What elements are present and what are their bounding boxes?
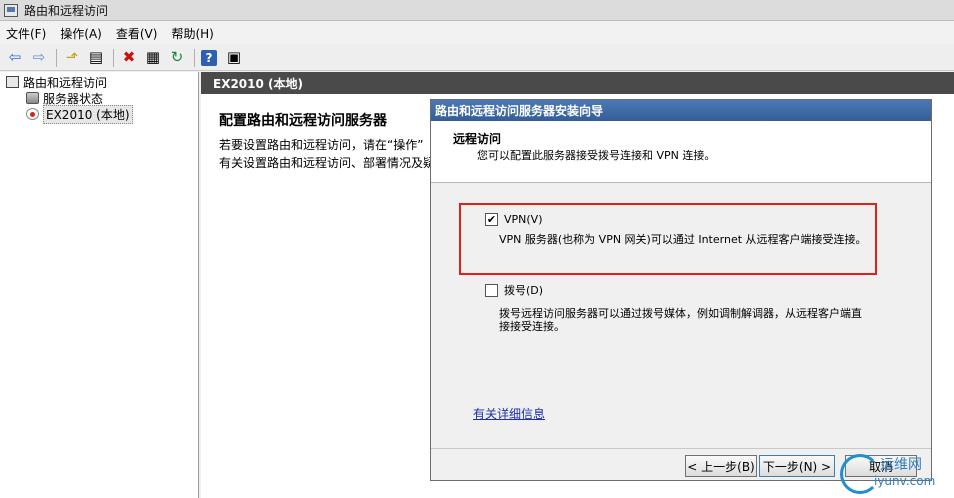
wizard-body: ✔ VPN(V) VPN 服务器(也称为 VPN 网关)可以通过 Interne… [431, 183, 931, 479]
back-button[interactable]: < 上一步(B) [685, 455, 757, 477]
toolbar-separator [113, 48, 114, 67]
properties-icon[interactable]: ▦ [142, 47, 164, 69]
window-title: 路由和远程访问 [24, 3, 109, 18]
dialup-option[interactable]: 拨号(D) [485, 282, 543, 298]
tree-item-ex2010[interactable]: EX2010 (本地) [0, 104, 198, 124]
dialup-option-description: 拨号远程访问服务器可以通过拨号媒体，例如调制解调器，从远程客户端直接接受连接。 [499, 307, 862, 333]
tree-item-root[interactable]: 路由和远程访问 [0, 74, 198, 90]
content-title: 配置路由和远程访问服务器 [219, 113, 387, 129]
window-titlebar[interactable]: 路由和远程访问 [0, 0, 954, 21]
dialup-option-label: 拨号(D) [504, 284, 544, 297]
content-instruction-line: 有关设置路由和远程访问、部署情况及疑 [219, 156, 436, 170]
back-arrow-icon[interactable]: ⇦ [4, 47, 26, 69]
console-tree: 路由和远程访问 服务器状态 EX2010 (本地) [0, 72, 199, 498]
toolbar-separator [56, 48, 57, 67]
content-header: EX2010 (本地) [201, 72, 954, 94]
tree-item-label: 路由和远程访问 [23, 75, 108, 90]
dialup-checkbox[interactable] [485, 283, 498, 297]
up-folder-icon[interactable]: ⬏ [61, 47, 83, 69]
app-icon [4, 3, 18, 17]
wizard-titlebar[interactable]: 路由和远程访问服务器安装向导 [431, 100, 931, 121]
wizard-header: 远程访问 您可以配置此服务器接受拨号连接和 VPN 连接。 [431, 121, 931, 183]
menu-view[interactable]: 查看(V) [116, 25, 158, 42]
console-icon[interactable]: ▣ [223, 47, 245, 69]
tree-item-label: EX2010 (本地) [43, 104, 133, 124]
wizard-subheading: 您可以配置此服务器接受拨号连接和 VPN 连接。 [477, 149, 716, 162]
setup-wizard-dialog: 路由和远程访问服务器安装向导 远程访问 您可以配置此服务器接受拨号连接和 VPN… [430, 99, 932, 481]
menu-action[interactable]: 操作(A) [60, 25, 102, 42]
help-button[interactable]: ? [199, 47, 221, 69]
menu-help[interactable]: 帮助(H) [171, 25, 213, 42]
refresh-icon[interactable]: ↻ [166, 47, 188, 69]
next-button[interactable]: 下一步(N) > [759, 455, 835, 477]
watermark-en: iyunv.com [874, 474, 936, 488]
computer-icon [6, 76, 19, 88]
server-stopped-icon [26, 108, 39, 120]
wizard-heading: 远程访问 [453, 132, 502, 146]
vpn-option-description: VPN 服务器(也称为 VPN 网关)可以通过 Internet 从远程客户端接… [499, 233, 867, 246]
toolbar-separator [194, 48, 195, 67]
more-info-link[interactable]: 有关详细信息 [473, 405, 545, 422]
vpn-checkbox[interactable]: ✔ [485, 213, 498, 226]
toolbar: ⇦ ⇨ ⬏ ▤ ✖ ▦ ↻ ? ▣ [0, 45, 954, 71]
menu-file[interactable]: 文件(F) [6, 25, 46, 42]
show-hide-tree-icon[interactable]: ▤ [85, 47, 107, 69]
vpn-option[interactable]: ✔ VPN(V) [485, 213, 543, 226]
help-icon: ? [201, 49, 217, 66]
content-instruction-line: 若要设置路由和远程访问，请在“操作” [219, 138, 424, 152]
delete-icon[interactable]: ✖ [118, 47, 140, 69]
menu-bar: 文件(F) 操作(A) 查看(V) 帮助(H) [0, 22, 954, 44]
vpn-option-label: VPN(V) [504, 213, 543, 226]
server-status-icon [26, 92, 39, 104]
site-watermark: 运维网 iyunv.com [840, 452, 952, 498]
watermark-cn: 运维网 [880, 457, 922, 473]
forward-arrow-icon[interactable]: ⇨ [28, 47, 50, 69]
